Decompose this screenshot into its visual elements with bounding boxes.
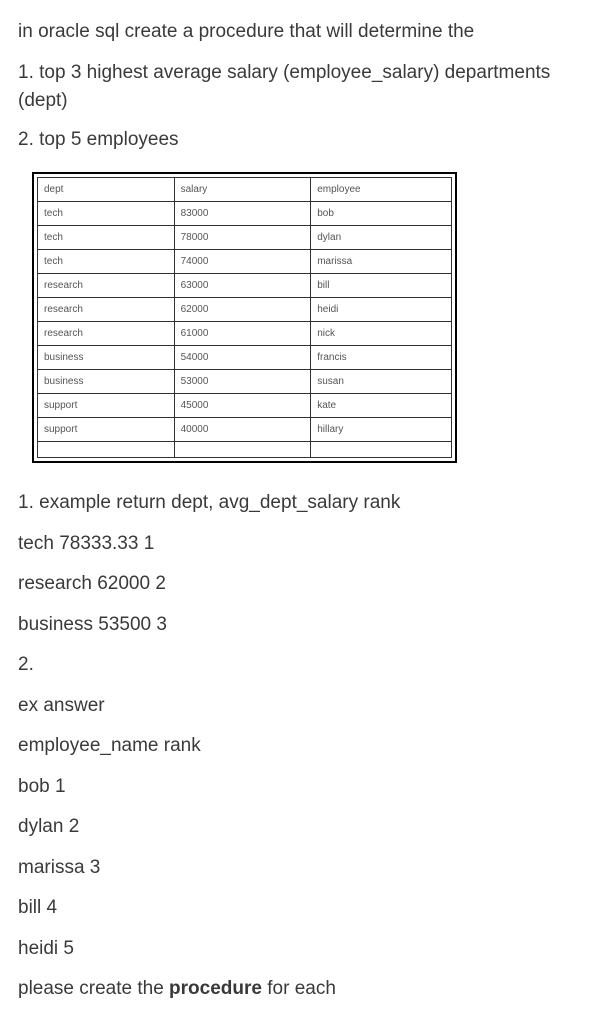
- table-empty-row: [38, 442, 452, 458]
- cell-employee: bob: [311, 202, 452, 226]
- example2-line: marissa 3: [18, 854, 584, 883]
- table-row: tech 78000 dylan: [38, 226, 452, 250]
- table-row: tech 83000 bob: [38, 202, 452, 226]
- cell-salary: 78000: [174, 226, 311, 250]
- table-row: research 62000 heidi: [38, 298, 452, 322]
- question-1: 1. top 3 highest average salary (employe…: [18, 59, 584, 116]
- question-2: 2. top 5 employees: [18, 126, 584, 155]
- cell-dept: support: [38, 394, 175, 418]
- cell-employee: francis: [311, 346, 452, 370]
- example2-line: bob 1: [18, 773, 584, 802]
- intro-text: in oracle sql create a procedure that wi…: [18, 18, 584, 47]
- closing-bold: procedure: [169, 978, 262, 999]
- cell-dept: support: [38, 418, 175, 442]
- header-salary: salary: [174, 178, 311, 202]
- cell-employee: marissa: [311, 250, 452, 274]
- header-dept: dept: [38, 178, 175, 202]
- table-header-row: dept salary employee: [38, 178, 452, 202]
- cell-salary: 63000: [174, 274, 311, 298]
- cell-salary: 45000: [174, 394, 311, 418]
- closing-pre: please create the: [18, 978, 169, 999]
- cell-employee: hillary: [311, 418, 452, 442]
- table-row: business 53000 susan: [38, 370, 452, 394]
- cell-dept: tech: [38, 226, 175, 250]
- table-row: research 63000 bill: [38, 274, 452, 298]
- example2-line: heidi 5: [18, 935, 584, 964]
- example2-colhead: employee_name rank: [18, 732, 584, 761]
- table-row: support 40000 hillary: [38, 418, 452, 442]
- example2-header: ex answer: [18, 692, 584, 721]
- cell-dept: research: [38, 274, 175, 298]
- cell-employee: bill: [311, 274, 452, 298]
- cell-dept: tech: [38, 202, 175, 226]
- cell-employee: susan: [311, 370, 452, 394]
- table-row: tech 74000 marissa: [38, 250, 452, 274]
- cell-empty: [311, 442, 452, 458]
- example1-line: tech 78333.33 1: [18, 530, 584, 559]
- cell-dept: research: [38, 298, 175, 322]
- cell-salary: 40000: [174, 418, 311, 442]
- cell-dept: business: [38, 346, 175, 370]
- header-employee: employee: [311, 178, 452, 202]
- data-table-wrap: dept salary employee tech 83000 bob tech…: [32, 172, 457, 463]
- example1-line: research 62000 2: [18, 570, 584, 599]
- cell-salary: 53000: [174, 370, 311, 394]
- cell-salary: 54000: [174, 346, 311, 370]
- table-row: research 61000 nick: [38, 322, 452, 346]
- table-row: support 45000 kate: [38, 394, 452, 418]
- cell-employee: heidi: [311, 298, 452, 322]
- example1-line: business 53500 3: [18, 611, 584, 640]
- cell-empty: [38, 442, 175, 458]
- cell-salary: 74000: [174, 250, 311, 274]
- cell-employee: nick: [311, 322, 452, 346]
- cell-dept: research: [38, 322, 175, 346]
- closing-line: please create the procedure for each: [18, 975, 584, 1004]
- cell-employee: dylan: [311, 226, 452, 250]
- closing-post: for each: [262, 978, 336, 999]
- cell-salary: 61000: [174, 322, 311, 346]
- example1-header: 1. example return dept, avg_dept_salary …: [18, 489, 584, 518]
- cell-empty: [174, 442, 311, 458]
- data-table: dept salary employee tech 83000 bob tech…: [37, 177, 452, 458]
- cell-salary: 62000: [174, 298, 311, 322]
- example2-line: bill 4: [18, 894, 584, 923]
- example2-line: dylan 2: [18, 813, 584, 842]
- table-row: business 54000 francis: [38, 346, 452, 370]
- cell-employee: kate: [311, 394, 452, 418]
- cell-dept: business: [38, 370, 175, 394]
- cell-salary: 83000: [174, 202, 311, 226]
- cell-dept: tech: [38, 250, 175, 274]
- example2-num: 2.: [18, 651, 584, 680]
